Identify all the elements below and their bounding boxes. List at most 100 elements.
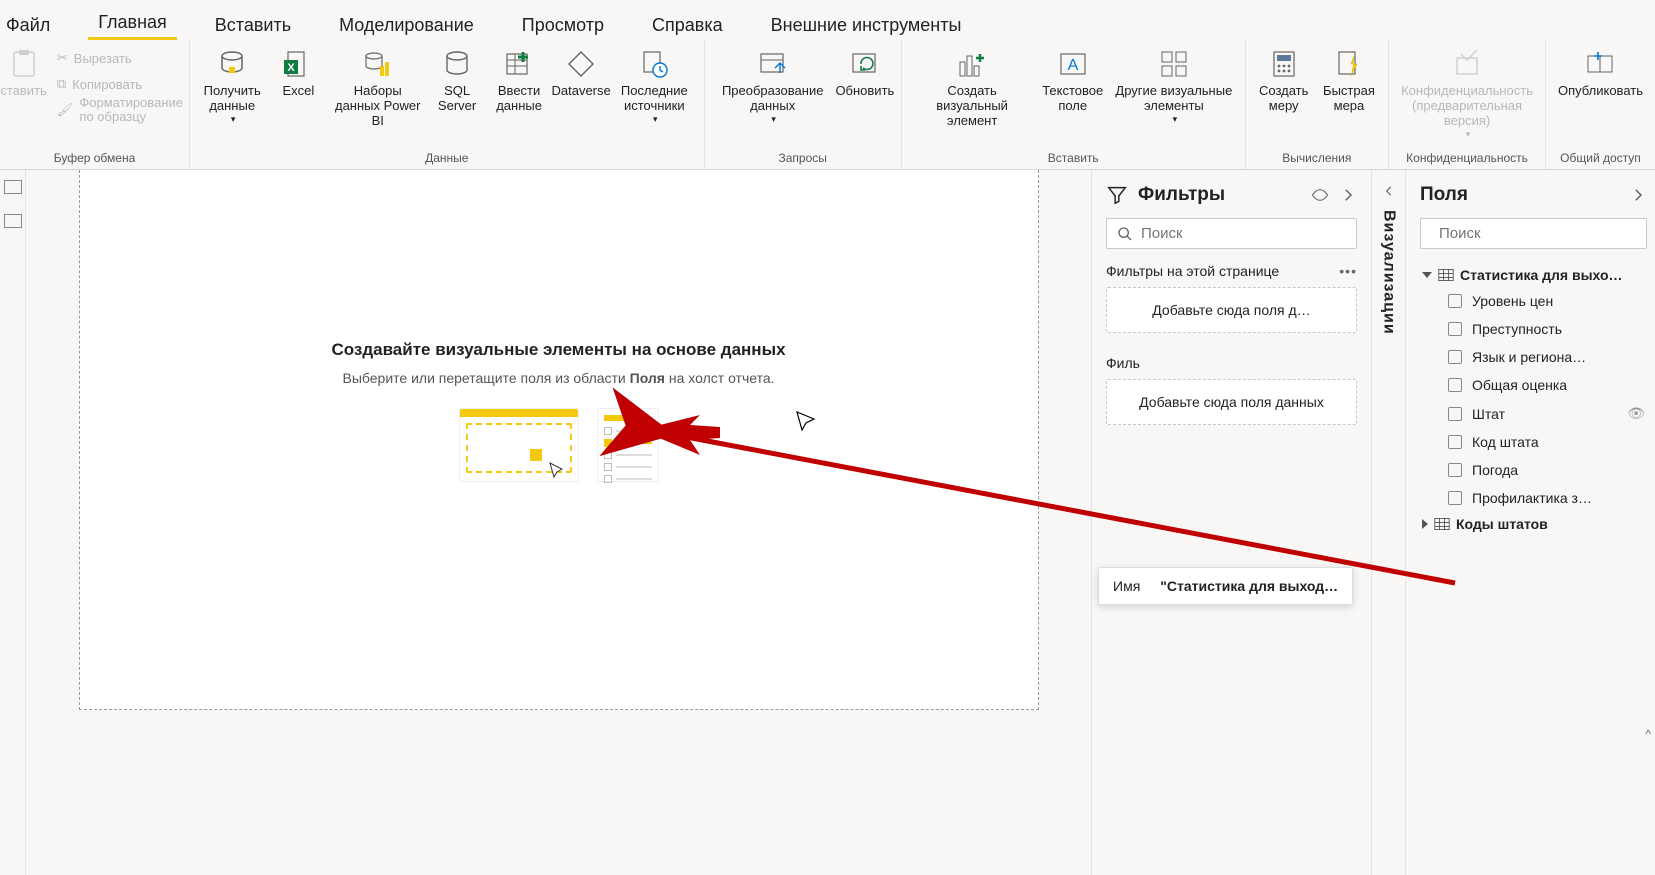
checkbox[interactable]: [1448, 294, 1462, 308]
group-label-insert: Вставить: [1048, 151, 1099, 167]
publish-button[interactable]: Опубликовать: [1552, 44, 1649, 101]
transform-label: Преобразование данных: [717, 84, 829, 114]
get-data-button[interactable]: Получить данные▾: [196, 44, 268, 126]
field-overall[interactable]: Общая оценка: [1420, 371, 1647, 399]
checkbox[interactable]: [1448, 378, 1462, 392]
field-state[interactable]: Штат👁: [1420, 399, 1647, 428]
chevron-right-icon[interactable]: [1339, 186, 1357, 204]
fields-pane: Поля Статистика для выхо… Уровень цен Пр…: [1405, 170, 1655, 875]
ribbon-tabs: Файл Главная Вставить Моделирование Прос…: [0, 0, 1655, 40]
field-label: Профилактика з…: [1472, 490, 1592, 506]
checkbox[interactable]: [1448, 435, 1462, 449]
chart-icon: [954, 46, 990, 82]
measure-label: Создать меру: [1258, 84, 1310, 114]
format-painter-button[interactable]: 🖌 Форматирование по образцу: [51, 98, 193, 122]
data-view-icon[interactable]: [4, 214, 22, 228]
paste-icon: [6, 46, 42, 82]
enter-data-label: Ввести данные: [493, 84, 545, 114]
calculator-icon: [1266, 46, 1302, 82]
table-stats[interactable]: Статистика для выхо…: [1420, 263, 1647, 287]
excel-label: Excel: [282, 84, 314, 99]
tab-modeling[interactable]: Моделирование: [329, 9, 484, 40]
dataverse-label: Dataverse: [551, 84, 610, 99]
field-crime[interactable]: Преступность: [1420, 315, 1647, 343]
field-label: Погода: [1472, 462, 1518, 478]
tab-view[interactable]: Просмотр: [512, 9, 614, 40]
visualizations-pane-collapsed[interactable]: Визуализации: [1371, 170, 1405, 875]
transform-icon: [755, 46, 791, 82]
checkbox[interactable]: [1448, 407, 1462, 421]
checkbox[interactable]: [1448, 350, 1462, 364]
refresh-label: Обновить: [835, 84, 894, 99]
textbox-icon: A: [1055, 46, 1091, 82]
enter-data-button[interactable]: Ввести данные: [487, 44, 551, 116]
page-filters-dropzone[interactable]: Добавьте сюда поля д…: [1106, 287, 1357, 333]
field-health[interactable]: Профилактика з…: [1420, 484, 1647, 512]
table-codes[interactable]: Коды штатов: [1420, 512, 1647, 536]
quick-label: Быстрая мера: [1322, 84, 1376, 114]
filters-pane: Фильтры Фильтры на этой странице ••• Доб…: [1091, 170, 1371, 875]
group-label-share: Общий доступ: [1560, 151, 1641, 167]
mock-fields-illustration: [596, 408, 658, 482]
sensitivity-button[interactable]: Конфиденциальность (предварительная верс…: [1395, 44, 1539, 141]
hint-title: Создавайте визуальные элементы на основе…: [331, 340, 785, 360]
more-visuals-button[interactable]: Другие визуальные элементы▾: [1109, 44, 1238, 126]
tab-insert[interactable]: Вставить: [205, 9, 301, 40]
filter-icon: [1106, 184, 1128, 206]
more-icon[interactable]: •••: [1339, 263, 1357, 279]
format-label: Форматирование по образцу: [79, 96, 186, 125]
field-weather[interactable]: Погода: [1420, 456, 1647, 484]
sql-button[interactable]: SQL Server: [427, 44, 487, 116]
caret-right-icon: [1422, 519, 1428, 529]
checkbox[interactable]: [1448, 463, 1462, 477]
eye-icon[interactable]: [1311, 186, 1329, 204]
report-view-icon[interactable]: [4, 180, 22, 194]
allpages-filters-dropzone[interactable]: Добавьте сюда поля данных: [1106, 379, 1357, 425]
copy-button[interactable]: ⧉ Копировать: [51, 72, 193, 96]
new-measure-button[interactable]: Создать меру: [1252, 44, 1316, 116]
visual-label: Создать визуальный элемент: [914, 84, 1030, 129]
report-canvas[interactable]: Создавайте визуальные элементы на основе…: [79, 170, 1039, 710]
checkbox[interactable]: [1448, 491, 1462, 505]
fields-header: Поля: [1420, 184, 1647, 206]
field-state-code[interactable]: Код штата: [1420, 428, 1647, 456]
tab-home[interactable]: Главная: [88, 6, 177, 40]
fields-search-input[interactable]: [1439, 225, 1638, 242]
cut-button[interactable]: ✂ Вырезать: [51, 46, 193, 70]
refresh-button[interactable]: Обновить: [835, 44, 895, 101]
filters-search[interactable]: [1106, 218, 1357, 249]
checkbox[interactable]: [1448, 322, 1462, 336]
transform-data-button[interactable]: Преобразование данных▾: [711, 44, 835, 126]
field-price[interactable]: Уровень цен: [1420, 287, 1647, 315]
recent-label: Последние источники: [617, 84, 691, 114]
group-label-sensitivity: Конфиденциальность: [1406, 151, 1528, 167]
field-label: Уровень цен: [1472, 293, 1553, 309]
svg-text:A: A: [1067, 57, 1078, 74]
eye-icon[interactable]: 👁: [1627, 405, 1645, 422]
tab-external[interactable]: Внешние инструменты: [761, 9, 972, 40]
copy-label: Копировать: [72, 77, 142, 92]
chevron-left-icon[interactable]: [1382, 184, 1396, 198]
group-calc: Создать меру Быстрая мера Вычисления: [1246, 40, 1390, 169]
paste-button[interactable]: ставить: [0, 44, 51, 101]
tab-file[interactable]: Файл: [2, 9, 60, 40]
chevron-down-icon: ▾: [1173, 114, 1178, 124]
filters-search-input[interactable]: [1141, 225, 1346, 242]
pbi-datasets-button[interactable]: Наборы данных Power BI: [328, 44, 427, 131]
enter-data-icon: [501, 46, 537, 82]
brush-icon: 🖌: [57, 102, 74, 118]
fields-search[interactable]: [1420, 218, 1647, 249]
ribbon-collapse-icon[interactable]: ^: [1645, 727, 1651, 741]
tab-help[interactable]: Справка: [642, 9, 733, 40]
field-language[interactable]: Язык и региона…: [1420, 343, 1647, 371]
dataverse-button[interactable]: Dataverse: [551, 44, 611, 101]
allpages-text: Филь: [1106, 355, 1140, 371]
quick-measure-button[interactable]: Быстрая мера: [1316, 44, 1382, 116]
new-visual-button[interactable]: Создать визуальный элемент: [908, 44, 1036, 131]
clipboard-small-buttons: ✂ Вырезать ⧉ Копировать 🖌 Форматирование…: [51, 44, 193, 122]
cut-label: Вырезать: [74, 51, 132, 66]
recent-sources-button[interactable]: Последние источники▾: [611, 44, 697, 126]
text-box-button[interactable]: A Текстовое поле: [1036, 44, 1109, 116]
chevron-right-icon[interactable]: [1629, 186, 1647, 204]
excel-button[interactable]: X Excel: [268, 44, 328, 101]
